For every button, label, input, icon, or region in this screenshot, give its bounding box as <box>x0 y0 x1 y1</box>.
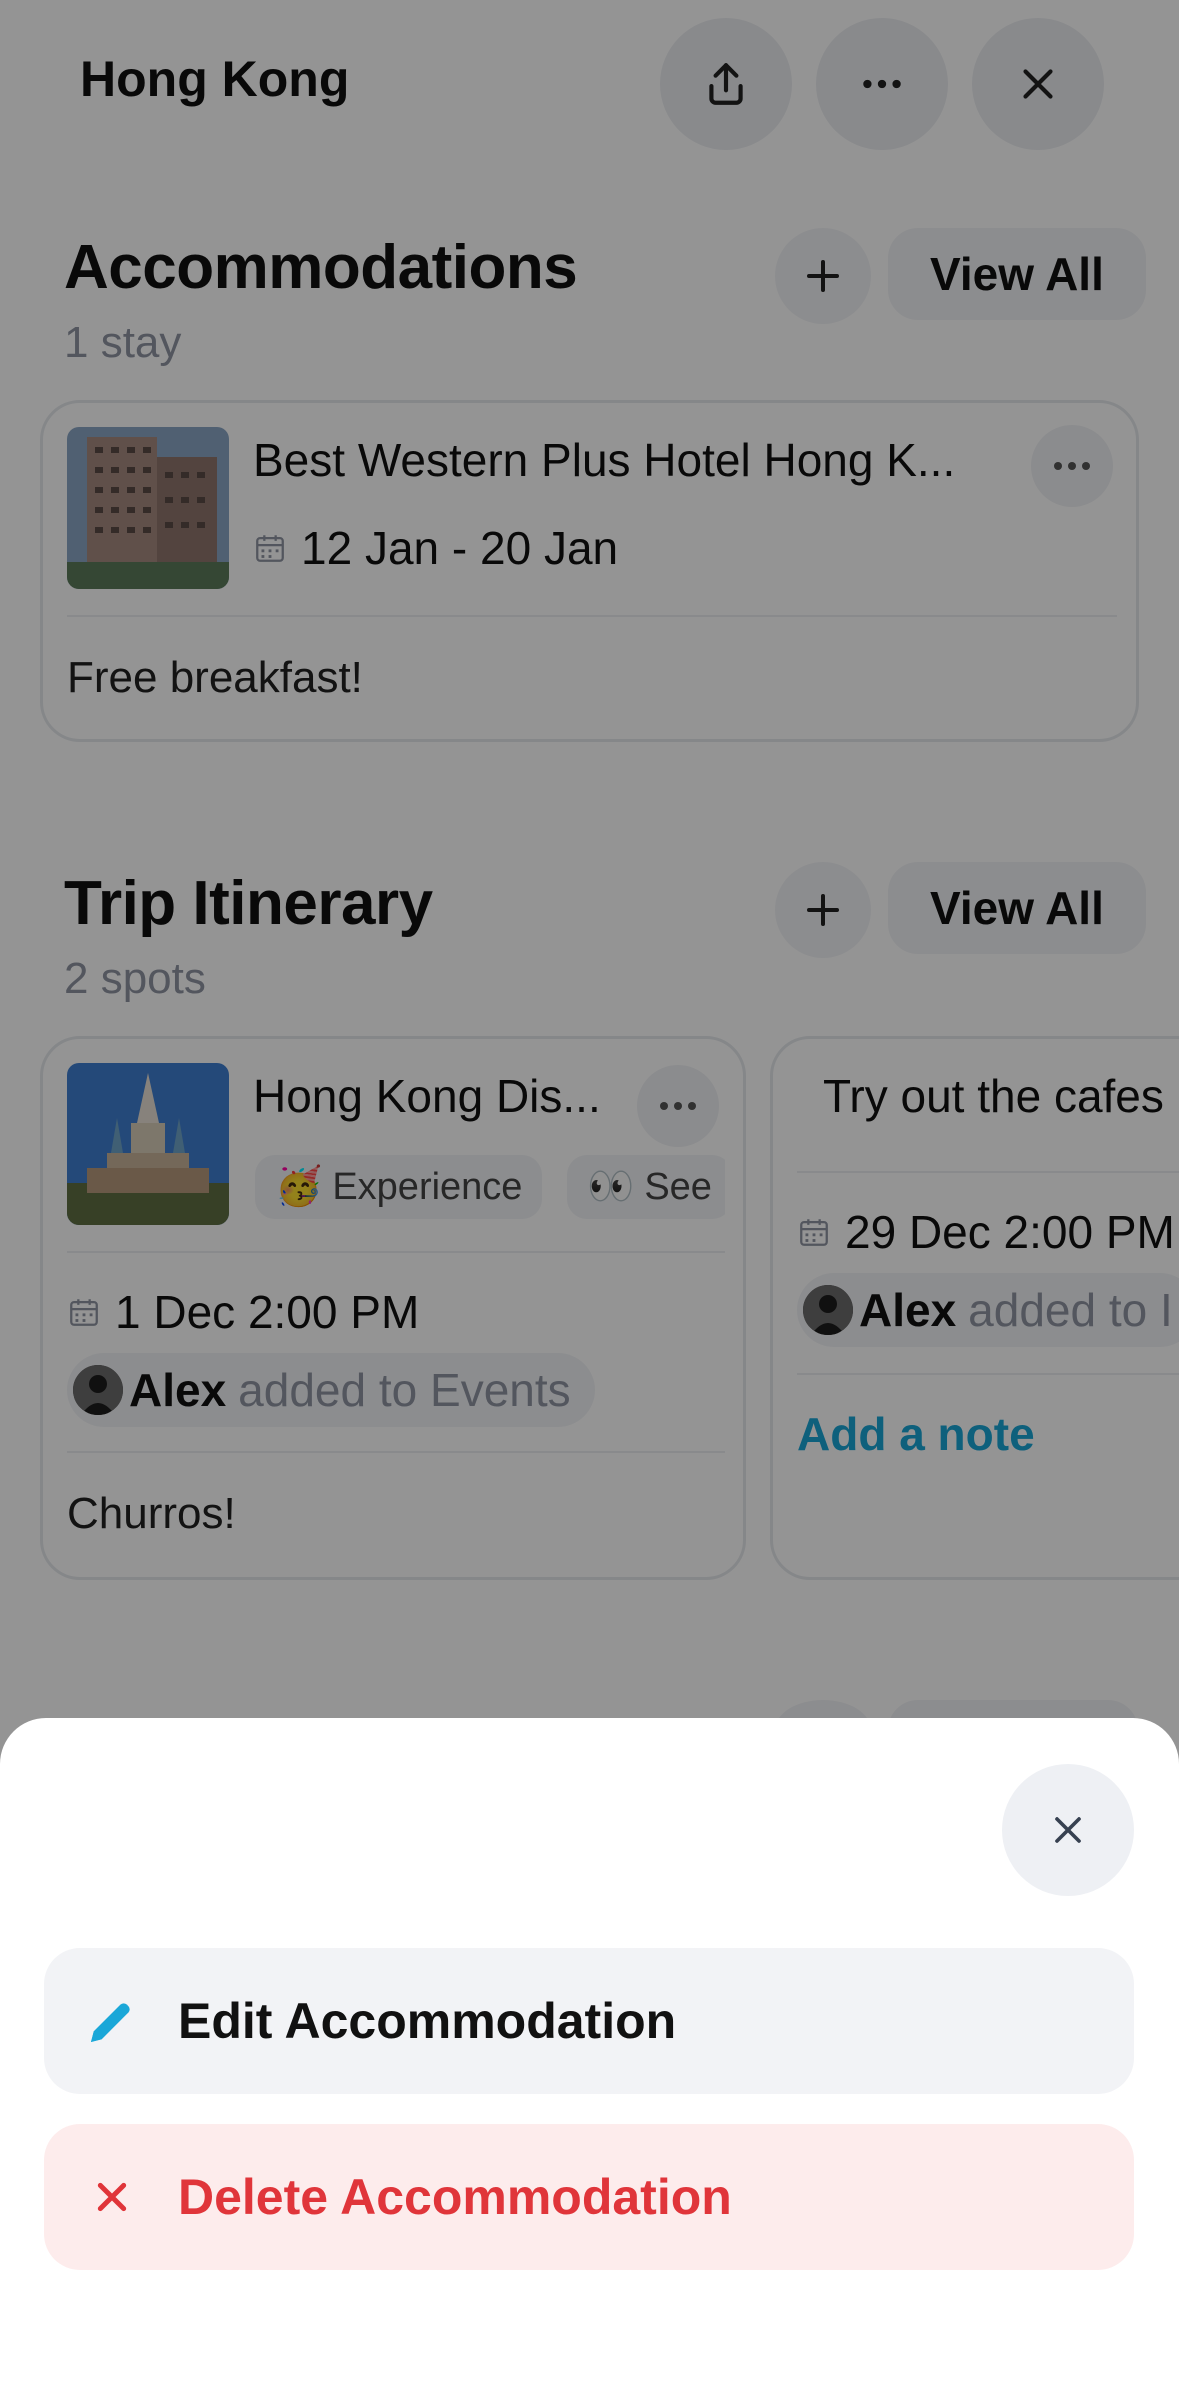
close-icon <box>1055 1817 1081 1843</box>
delete-accommodation-button[interactable]: Delete Accommodation <box>44 2124 1134 2270</box>
delete-accommodation-label: Delete Accommodation <box>178 2169 732 2225</box>
edit-accommodation-button[interactable]: Edit Accommodation <box>44 1948 1134 2094</box>
sheet-close-button[interactable] <box>1002 1764 1134 1896</box>
edit-accommodation-label: Edit Accommodation <box>178 1993 677 2049</box>
pencil-icon <box>84 1993 140 2049</box>
action-sheet: Edit Accommodation Delete Accommodation <box>0 1718 1179 2396</box>
x-icon <box>84 2169 140 2225</box>
trip-page: Hong Kong Accommodations 1 stay View All <box>0 0 1179 2396</box>
